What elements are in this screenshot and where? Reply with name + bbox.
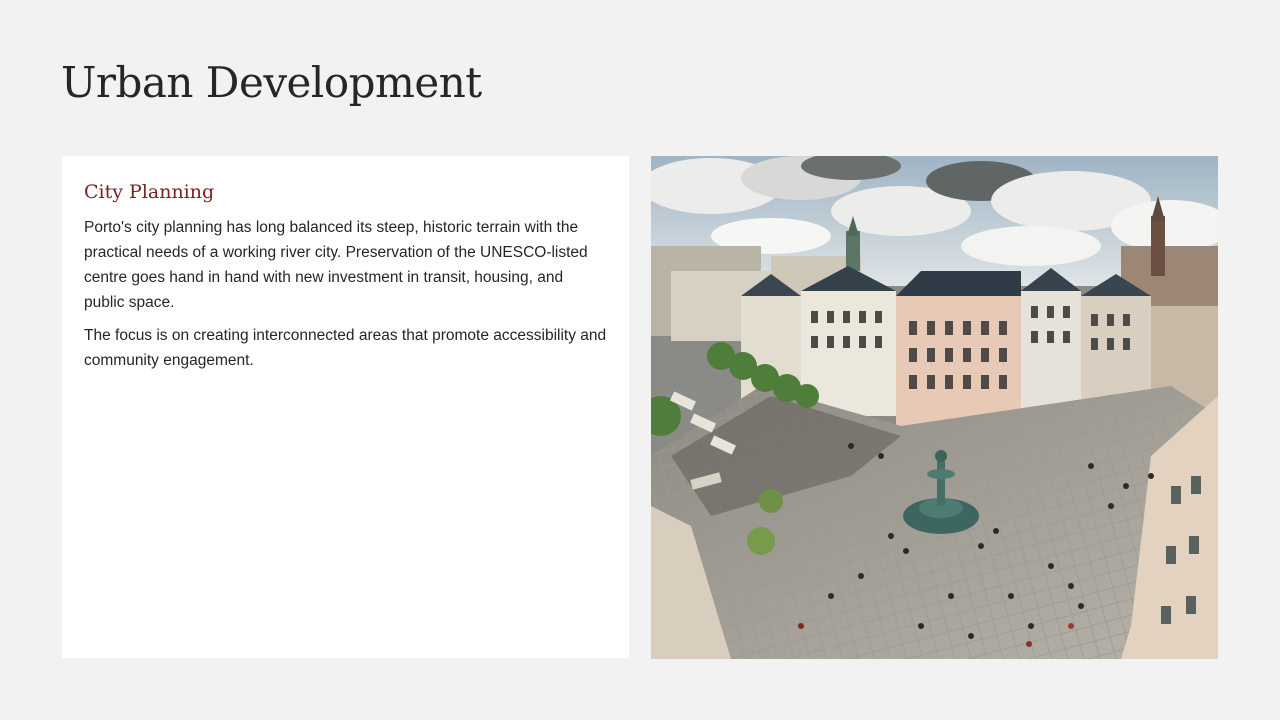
city-square-photo xyxy=(651,156,1218,659)
city-planning-card: City Planning Porto's city planning has … xyxy=(62,156,629,658)
slide-title: Urban Development xyxy=(61,58,482,107)
card-heading: City Planning xyxy=(84,181,215,203)
card-paragraph-1: Porto's city planning has long balanced … xyxy=(84,218,588,311)
card-paragraph-2: The focus is on creating interconnected … xyxy=(84,326,607,369)
city-square-illustration xyxy=(651,156,1218,659)
